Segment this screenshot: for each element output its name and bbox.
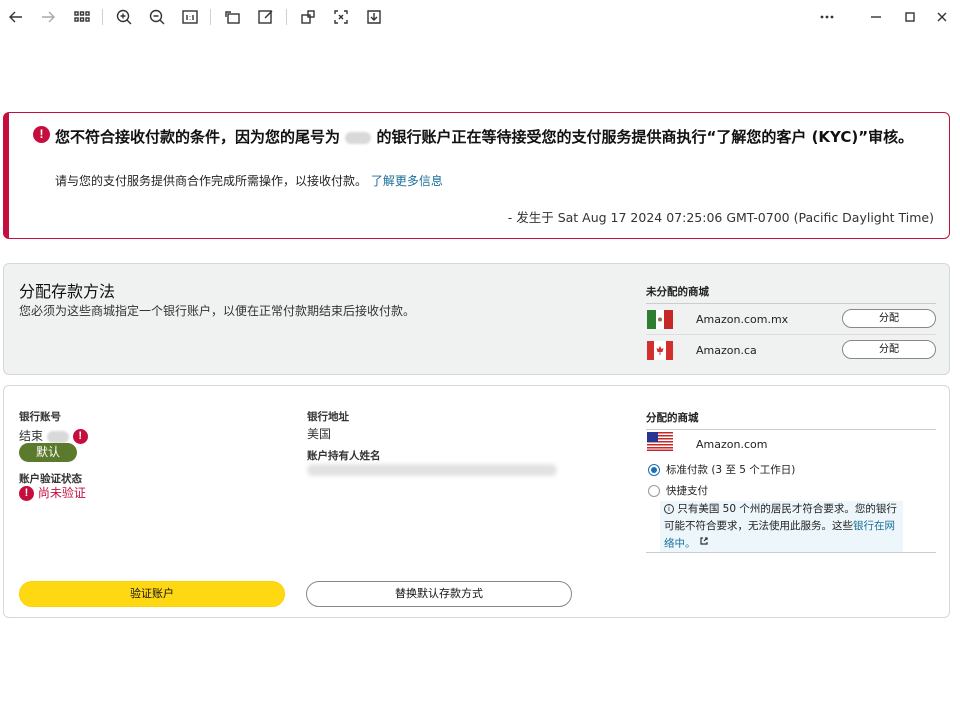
assign-button[interactable]: 分配: [842, 340, 936, 359]
fast-payment-option[interactable]: 快捷支付: [648, 483, 708, 498]
verification-status: ! 尚未验证: [19, 484, 86, 501]
assign-title: 分配存款方法: [19, 282, 116, 301]
unassigned-marketplaces: 未分配的商城 Amazon.com.mx 分配 Amazon.ca 分配: [646, 284, 936, 366]
divider: [646, 552, 936, 553]
zoom-out-icon[interactable]: [145, 5, 169, 29]
holder-name-label: 账户持有人姓名: [307, 450, 381, 462]
alert-title: 您不符合接收付款的条件，因为您的尾号为 的银行账户正在等待接受您的支付服务提供商…: [55, 128, 914, 146]
assigned-marketplace-name: Amazon.com: [696, 438, 768, 451]
marketplace-row: Amazon.ca 分配: [646, 335, 936, 366]
grid-icon[interactable]: [70, 5, 94, 29]
radio-selected[interactable]: [648, 463, 660, 476]
assigned-marketplaces: 分配的商城 Amazon.com: [646, 410, 936, 451]
learn-more-link[interactable]: 了解更多信息: [371, 174, 443, 188]
canada-flag-icon: [647, 341, 673, 360]
info-icon: i: [664, 504, 674, 514]
assigned-heading: 分配的商城: [646, 410, 936, 430]
assign-button[interactable]: 分配: [842, 309, 936, 328]
fast-payment-info: i 只有美国 50 个州的居民才符合要求。您的银行可能不符合要求，无法使用此服务…: [660, 501, 903, 552]
marketplace-name: Amazon.com.mx: [696, 313, 789, 326]
radio-unselected[interactable]: [648, 484, 660, 497]
edit-icon[interactable]: [254, 5, 278, 29]
error-icon: !: [72, 429, 88, 444]
toolbar: [0, 0, 960, 34]
error-icon: !: [19, 486, 34, 501]
bank-account-label: 银行账号: [19, 411, 61, 423]
assign-deposit-panel: 分配存款方法 您必须为这些商城指定一个银行账户，以便在正常付款期结束后接收付款。…: [3, 263, 950, 375]
bank-account-panel: 银行账号 结束 ! 默认 账户验证状态 ! 尚未验证 银行地址 美国 账户持有人…: [3, 385, 950, 618]
redacted-account-digits: [46, 430, 69, 443]
actual-size-icon[interactable]: [178, 5, 202, 29]
verify-account-button[interactable]: 验证账户: [19, 581, 285, 607]
maximize-icon[interactable]: [898, 5, 922, 29]
fit-screen-icon[interactable]: [329, 5, 353, 29]
mexico-flag-icon: [647, 310, 673, 329]
bank-address-value: 美国: [307, 427, 332, 441]
alert-message: 请与您的支付服务提供商合作完成所需操作，以接收付款。 了解更多信息: [55, 174, 443, 188]
assign-description: 您必须为这些商城指定一个银行账户，以便在正常付款期结束后接收付款。: [19, 304, 416, 318]
usa-flag-icon: [647, 432, 673, 451]
close-icon[interactable]: [930, 5, 954, 29]
more-icon[interactable]: [815, 5, 839, 29]
marketplace-row: Amazon.com.mx 分配: [646, 304, 936, 335]
external-link-icon[interactable]: [699, 535, 709, 552]
alert-timestamp: - 发生于 Sat Aug 17 2024 07:25:06 GMT-0700 …: [507, 210, 934, 225]
zoom-in-icon[interactable]: [112, 5, 136, 29]
error-icon: !: [33, 126, 50, 143]
rotate-icon[interactable]: [221, 5, 245, 29]
save-icon[interactable]: [362, 5, 386, 29]
replace-default-button[interactable]: 替换默认存款方式: [306, 581, 572, 607]
kyc-alert: ! 您不符合接收付款的条件，因为您的尾号为 的银行账户正在等待接受您的支付服务提…: [3, 112, 950, 239]
bank-account-value: 结束 !: [19, 427, 88, 444]
back-icon[interactable]: [4, 5, 28, 29]
forward-icon[interactable]: [36, 5, 60, 29]
standard-payment-option[interactable]: 标准付款 (3 至 5 个工作日): [648, 462, 795, 477]
default-badge: 默认: [19, 443, 77, 462]
unassigned-heading: 未分配的商城: [646, 284, 936, 304]
redacted-account-digits: [345, 131, 372, 144]
marketplace-name: Amazon.ca: [696, 344, 757, 357]
crop-icon[interactable]: [296, 5, 320, 29]
bank-address-label: 银行地址: [307, 411, 349, 423]
minimize-icon[interactable]: [864, 5, 888, 29]
redacted-holder-name: [307, 464, 557, 476]
